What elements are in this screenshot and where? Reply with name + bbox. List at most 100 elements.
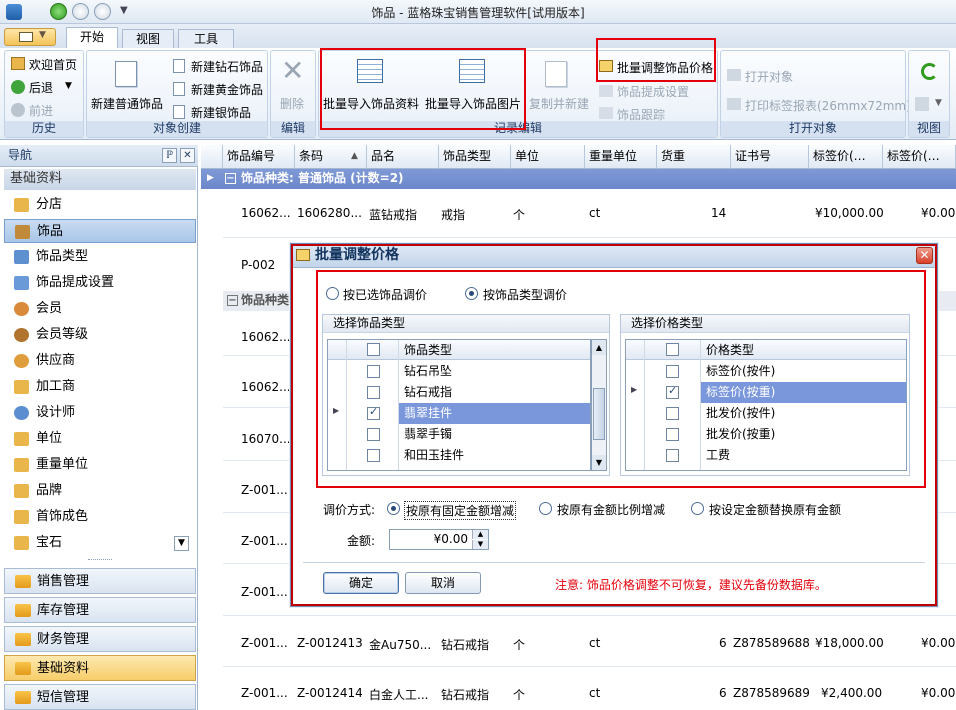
refresh-view-icon[interactable]: [921, 63, 938, 80]
row9-weight[interactable]: 6: [719, 636, 727, 650]
row1-price1[interactable]: ¥10,000.00: [815, 206, 884, 220]
row2-id[interactable]: P-002: [241, 258, 275, 272]
row4-id[interactable]: 16062...: [241, 380, 291, 394]
col-item-id[interactable]: 饰品编号: [223, 145, 295, 169]
row10-barcode[interactable]: Z-0012414: [297, 686, 363, 700]
category-sms[interactable]: 短信管理: [4, 684, 196, 710]
edit-doc-icon: [14, 458, 29, 472]
copy-new-icon: [545, 61, 567, 87]
row5-id[interactable]: 16070...: [241, 432, 291, 446]
tab-view[interactable]: 视图: [122, 29, 174, 48]
tab-start[interactable]: 开始: [66, 27, 118, 48]
row9-id[interactable]: Z-001...: [241, 636, 288, 650]
col-weight-unit[interactable]: 重量单位: [585, 145, 657, 169]
delete-button[interactable]: 删除: [280, 95, 304, 112]
col-label-price-1[interactable]: 标签价(…: [809, 145, 883, 169]
row10-price2[interactable]: ¥0.00: [921, 686, 955, 700]
row3-id[interactable]: 16062...: [241, 330, 291, 344]
nav-item-member-level[interactable]: 会员等级: [4, 323, 196, 347]
new-normal-item-button[interactable]: 新建普通饰品: [91, 95, 163, 112]
row9-weight-unit[interactable]: ct: [589, 636, 600, 650]
nav-item-branch[interactable]: 分店: [4, 193, 196, 217]
nav-item-supplier[interactable]: 供应商: [4, 349, 196, 373]
row7-id[interactable]: Z-001...: [241, 534, 288, 548]
row10-cert[interactable]: Z878589689: [733, 686, 810, 700]
category-sales[interactable]: 销售管理: [4, 568, 196, 594]
welcome-button[interactable]: 欢迎首页: [29, 56, 77, 73]
splitter-grip[interactable]: [88, 559, 112, 562]
row9-price1[interactable]: ¥18,000.00: [815, 636, 884, 650]
row10-price1[interactable]: ¥2,400.00: [821, 686, 882, 700]
row9-unit[interactable]: 个: [513, 636, 525, 653]
row10-id[interactable]: Z-001...: [241, 686, 288, 700]
row8-id[interactable]: Z-001...: [241, 585, 288, 599]
new-diamond-item-button[interactable]: 新建钻石饰品: [191, 58, 263, 75]
row10-unit[interactable]: 个: [513, 686, 525, 703]
nav-item-weight-unit[interactable]: 重量单位: [4, 453, 196, 477]
col-label-price-2[interactable]: 标签价(…: [883, 145, 956, 169]
row1-weight-unit[interactable]: ct: [589, 206, 600, 220]
row1-price2[interactable]: ¥0.00: [921, 206, 955, 220]
nav-item-purity[interactable]: 首饰成色: [4, 505, 196, 529]
layout-icon[interactable]: [915, 97, 929, 111]
col-cert[interactable]: 证书号: [731, 145, 809, 169]
nav-item-member[interactable]: 会员: [4, 297, 196, 321]
row10-type[interactable]: 钻石戒指: [441, 686, 489, 703]
group-row-normal[interactable]: ▶ − 饰品种类: 普通饰品 (计数=2): [201, 169, 956, 189]
jewelry-box-icon: [15, 225, 30, 239]
row1-weight[interactable]: 14: [711, 206, 726, 220]
copy-and-new-button[interactable]: 复制并新建: [529, 95, 589, 112]
row10-weight[interactable]: 6: [719, 686, 727, 700]
print-label-button[interactable]: 打印标签报表(26mmx72mm): [745, 97, 911, 114]
nav-item-jewelry[interactable]: 饰品: [4, 219, 196, 243]
category-basic-data[interactable]: 基础资料: [4, 655, 196, 681]
row9-type[interactable]: 钻石戒指: [441, 636, 489, 653]
chevron-down-icon[interactable]: ▼: [935, 98, 942, 108]
forward-button[interactable]: 前进: [29, 102, 53, 119]
nav-item-processor[interactable]: 加工商: [4, 375, 196, 399]
row9-price2[interactable]: ¥0.00: [921, 636, 955, 650]
app-menu-button[interactable]: ▼: [4, 28, 56, 46]
nav-item-jewelry-type[interactable]: 饰品类型: [4, 245, 196, 269]
nav-item-gemstone[interactable]: 宝石: [4, 531, 196, 555]
col-unit[interactable]: 单位: [511, 145, 585, 169]
col-weight[interactable]: 货重: [657, 145, 731, 169]
commission-settings-button[interactable]: 饰品提成设置: [617, 83, 689, 100]
tab-tools[interactable]: 工具: [178, 29, 234, 48]
row1-unit[interactable]: 个: [513, 206, 525, 223]
nav-item-designer[interactable]: 设计师: [4, 401, 196, 425]
new-silver-item-button[interactable]: 新建银饰品: [191, 104, 251, 121]
row6-id[interactable]: Z-001...: [241, 483, 288, 497]
sort-asc-icon: ▲: [351, 151, 358, 161]
nav-group-basic-data[interactable]: 基础资料: [4, 169, 196, 190]
row9-name[interactable]: 金Au750...: [369, 636, 431, 653]
row9-cert[interactable]: Z878589688: [733, 636, 810, 650]
nav-item-commission[interactable]: 饰品提成设置: [4, 271, 196, 295]
folder-icon: [15, 575, 31, 588]
row1-type[interactable]: 戒指: [441, 206, 465, 223]
row10-weight-unit[interactable]: ct: [589, 686, 600, 700]
nav-item-brand[interactable]: 品牌: [4, 479, 196, 503]
back-button[interactable]: 后退: [29, 79, 53, 96]
row1-id[interactable]: 16062...: [241, 206, 291, 220]
pin-icon[interactable]: ℙ: [162, 148, 177, 163]
col-name[interactable]: 品名: [367, 145, 439, 169]
new-gold-item-button[interactable]: 新建黄金饰品: [191, 81, 263, 98]
close-icon[interactable]: ✕: [180, 148, 195, 163]
row10-name[interactable]: 白金人工...: [369, 686, 428, 703]
nav-expand-icon[interactable]: ▼: [174, 536, 189, 551]
collapse-icon[interactable]: −: [225, 173, 236, 184]
col-type[interactable]: 饰品类型: [439, 145, 511, 169]
nav-item-unit[interactable]: 单位: [4, 427, 196, 451]
row1-name[interactable]: 蓝钻戒指: [369, 206, 417, 223]
row9-barcode[interactable]: Z-0012413: [297, 636, 363, 650]
collapse-icon[interactable]: −: [227, 295, 238, 306]
supplier-icon: [14, 354, 29, 368]
open-object-button[interactable]: 打开对象: [745, 68, 793, 85]
highlight-batch-price-box: [596, 38, 716, 82]
back-dropdown-icon[interactable]: ▼: [65, 81, 72, 91]
category-inventory[interactable]: 库存管理: [4, 597, 196, 623]
category-finance[interactable]: 财务管理: [4, 626, 196, 652]
row1-barcode[interactable]: 1606280...: [297, 206, 362, 220]
highlight-dialog-box: [291, 244, 937, 606]
